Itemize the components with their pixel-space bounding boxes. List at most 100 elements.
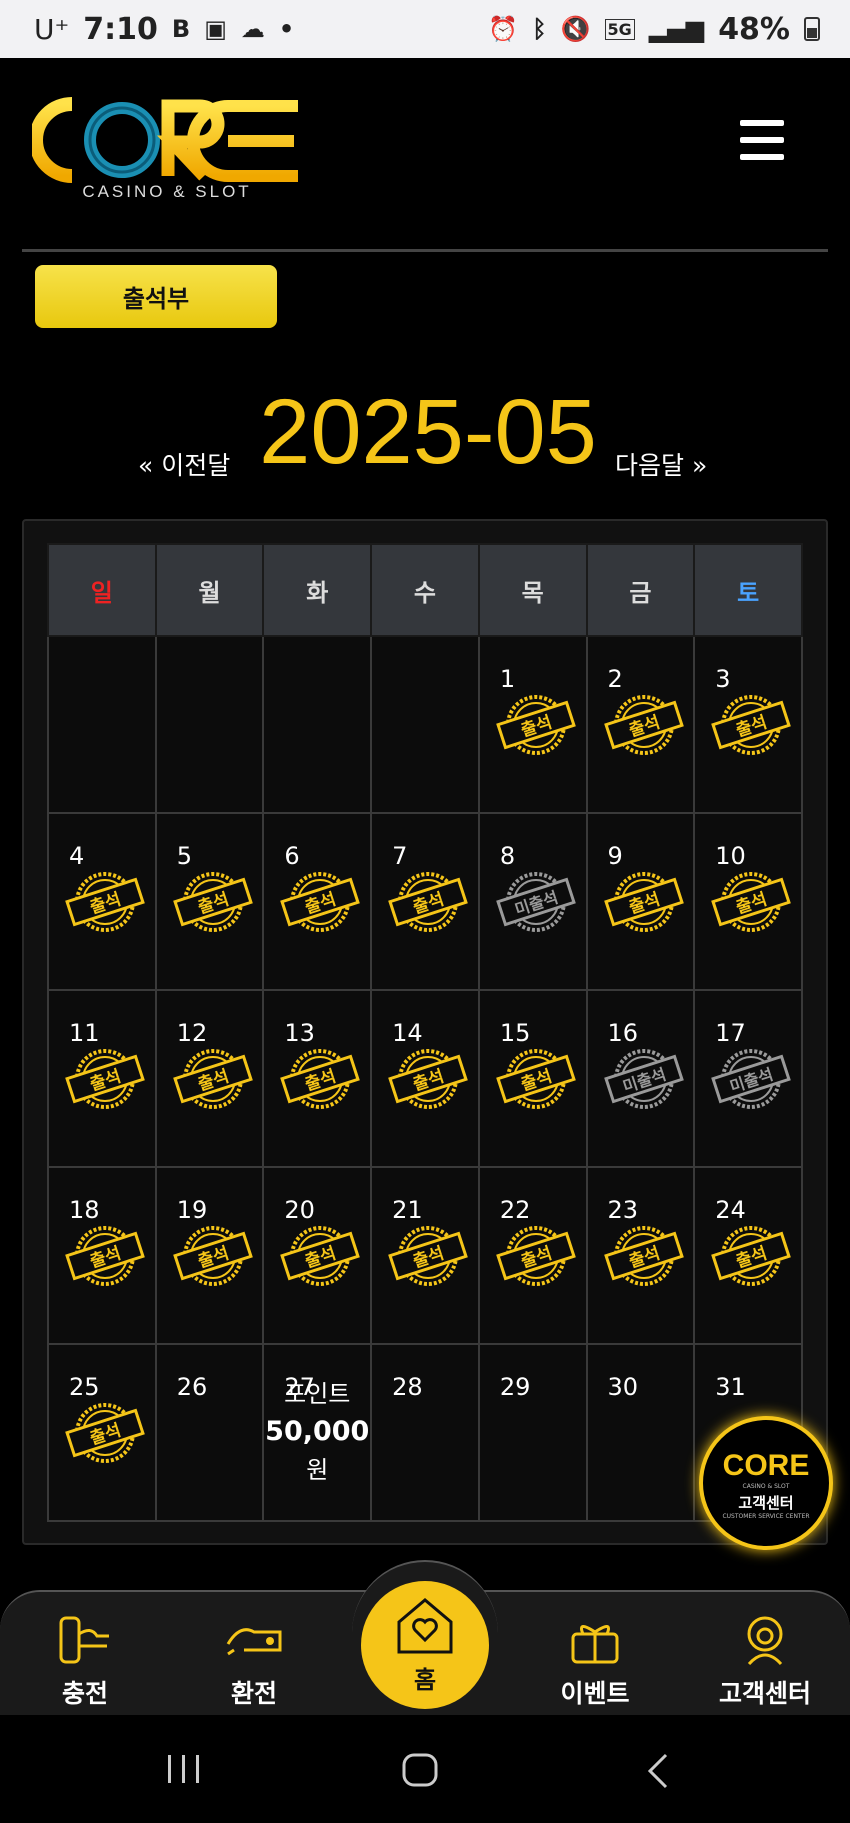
point-reward-label: 포인트 50,000 원 [265, 1380, 370, 1484]
calendar-day-cell[interactable]: 16 미출석 [585, 989, 696, 1168]
gift-icon [530, 1612, 660, 1668]
recents-icon[interactable] [166, 1753, 202, 1789]
core-logo[interactable]: CASINO & SLOT [29, 94, 302, 201]
calendar-day-cell[interactable]: 8 미출석 [477, 812, 588, 991]
day-number: 28 [392, 1373, 423, 1401]
attendance-calendar: 일월화수목금토 1 출석 2 출석 3 출석 4 출석 5 출석 6 출석 7 출석 8 미출석 9 출석 10 출석… [47, 543, 803, 1522]
calendar-day-cell[interactable]: 3 출석 [693, 635, 803, 814]
calendar-day-cell[interactable]: 24 출석 [693, 1166, 803, 1345]
home-system-icon[interactable] [402, 1753, 438, 1791]
weekday-header: 월 [154, 543, 265, 637]
calendar-day-cell[interactable]: 2 출석 [585, 635, 696, 814]
day-number: 12 [176, 1019, 208, 1047]
nav-support-label: 고객센터 [718, 1679, 811, 1708]
day-number: 20 [284, 1196, 315, 1224]
attended-stamp-icon: 출석 [711, 870, 792, 934]
calendar-week-row: 11 출석 12 출석 13 출석 14 출석 15 출석 16 미출석 17 미출석 [47, 989, 803, 1168]
calendar-day-cell[interactable]: 14 출석 [370, 989, 480, 1168]
calendar-day-cell[interactable]: 7 출석 [370, 812, 480, 991]
nav-exchange[interactable]: 환전 [189, 1612, 319, 1710]
calendar-day-cell[interactable]: 5 출석 [154, 812, 265, 991]
calendar-day-cell[interactable]: 13 출석 [262, 989, 373, 1168]
home-heart-icon [397, 1597, 453, 1653]
mute-icon: 🔇 [560, 15, 591, 43]
carrier-label: U⁺ [34, 12, 70, 46]
calendar-day-cell[interactable]: 1 출석 [477, 635, 588, 814]
b-icon: B [171, 15, 191, 43]
nav-support[interactable]: 고객센터 [700, 1612, 830, 1710]
calendar-day-cell[interactable]: 11 출석 [47, 989, 157, 1168]
charge-icon [20, 1612, 150, 1668]
day-number: 16 [607, 1019, 639, 1047]
calendar-day-cell[interactable]: 6 출석 [262, 812, 373, 991]
back-icon[interactable] [646, 1753, 670, 1793]
calendar-day-cell[interactable]: 22 출석 [477, 1166, 588, 1345]
android-nav-bar [0, 1715, 850, 1823]
site-header: CASINO & SLOT [0, 58, 850, 234]
day-number: 8 [499, 842, 516, 870]
calendar-day-cell[interactable]: 17 미출석 [693, 989, 803, 1168]
attended-stamp-icon: 출석 [603, 1224, 684, 1288]
calendar-day-cell[interactable]: 19 출석 [154, 1166, 265, 1345]
header-divider [22, 249, 828, 252]
calendar-day-cell[interactable]: 18 출석 [47, 1166, 157, 1345]
calendar-day-cell[interactable]: 21 출석 [370, 1166, 480, 1345]
cs-logo-icon: CORE [723, 1449, 810, 1482]
attended-stamp-icon: 출석 [172, 1224, 253, 1288]
calendar-day-cell[interactable]: 15 출석 [477, 989, 588, 1168]
calendar-day-cell[interactable]: 26 [154, 1343, 265, 1522]
calendar-week-row: 1 출석 2 출석 3 출석 [47, 635, 803, 814]
logo-subtitle: CASINO & SLOT [82, 182, 251, 200]
next-month-link[interactable]: 다음달 » [615, 446, 707, 482]
day-number: 19 [176, 1196, 208, 1224]
day-number: 9 [607, 842, 623, 870]
hamburger-icon[interactable] [740, 120, 784, 160]
calendar-day-cell[interactable]: 9 출석 [585, 812, 696, 991]
nav-charge[interactable]: 충전 [20, 1612, 150, 1710]
calendar-day-cell[interactable]: 10 출석 [693, 812, 803, 991]
status-bar: U⁺ 7:10 B ▣ ☁ • ⏰ ᛒ 🔇 5G ▂▄▆ 48% [0, 0, 850, 58]
attended-stamp-icon: 출석 [711, 693, 792, 757]
missed-stamp-icon: 미출석 [495, 870, 576, 934]
calendar-day-cell[interactable]: 12 출석 [154, 989, 265, 1168]
day-number: 10 [715, 842, 746, 870]
weekday-header: 일 [47, 543, 157, 637]
logo-graphic: CASINO & SLOT [29, 97, 298, 201]
missed-stamp-icon: 미출석 [603, 1047, 684, 1111]
attended-stamp-icon: 출석 [495, 1047, 576, 1111]
day-number: 13 [284, 1019, 315, 1047]
calendar-day-cell[interactable]: 4 출석 [47, 812, 157, 991]
cloud-icon: ☁ [240, 15, 265, 43]
attended-stamp-icon: 출석 [65, 1047, 145, 1111]
calendar-day-cell[interactable]: 23 출석 [585, 1166, 696, 1345]
calendar-day-cell [47, 635, 157, 814]
nav-event[interactable]: 이벤트 [530, 1612, 660, 1710]
month-navigation: « 이전달 2025-05 다음달 » [0, 380, 850, 490]
calendar-day-cell [370, 635, 480, 814]
attended-stamp-icon: 출석 [65, 1224, 145, 1288]
calendar-day-cell[interactable]: 25 출석 [47, 1343, 157, 1522]
day-number: 26 [176, 1373, 208, 1401]
attended-stamp-icon: 출석 [280, 1224, 361, 1288]
calendar-day-cell[interactable]: 29 [477, 1343, 588, 1522]
day-number: 1 [499, 665, 516, 693]
customer-service-float-button[interactable]: CORE CASINO & SLOT 고객센터 CUSTOMER SERVICE… [699, 1416, 833, 1550]
prev-month-link[interactable]: « 이전달 [138, 446, 230, 482]
attended-stamp-icon: 출석 [388, 1224, 468, 1288]
nav-exchange-label: 환전 [230, 1679, 277, 1708]
calendar-day-cell[interactable]: 20 출석 [262, 1166, 373, 1345]
gallery-icon: ▣ [204, 15, 227, 43]
calendar-day-cell[interactable]: 28 [370, 1343, 480, 1522]
day-number: 4 [69, 842, 85, 870]
calendar-week-row: 18 출석 19 출석 20 출석 21 출석 22 출석 23 출석 24 출석 [47, 1166, 803, 1345]
calendar-week-row: 25 출석 26 27 포인트 50,000 원 28 29 30 31 [47, 1343, 803, 1522]
calendar-day-cell[interactable]: 30 [585, 1343, 696, 1522]
attendance-tab-button[interactable]: 출석부 [35, 265, 277, 328]
weekday-header: 목 [477, 543, 588, 637]
nav-home-button[interactable]: 홈 [361, 1581, 489, 1709]
cs-en-label: CUSTOMER SERVICE CENTER [722, 1512, 810, 1520]
day-number: 7 [392, 842, 408, 870]
calendar-day-cell[interactable]: 27 포인트 50,000 원 [262, 1343, 373, 1522]
nav-charge-label: 충전 [61, 1679, 108, 1708]
day-number: 5 [176, 842, 192, 870]
